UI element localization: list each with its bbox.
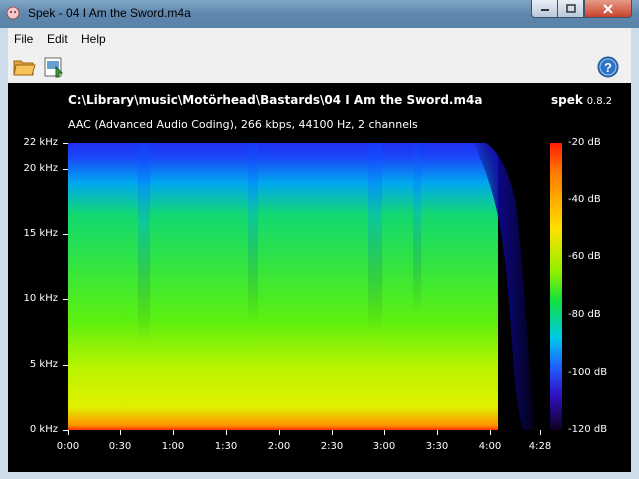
db-label: -20 dB: [568, 137, 601, 148]
spectrogram-image: [68, 143, 540, 430]
file-info: AAC (Advanced Audio Coding), 266 kbps, 4…: [68, 118, 418, 131]
freq-label: 0 kHz: [29, 424, 58, 435]
time-label: 0:00: [56, 441, 80, 452]
db-label: -60 dB: [568, 251, 601, 262]
svg-text:?: ?: [604, 60, 612, 75]
freq-label: 10 kHz: [23, 293, 58, 304]
menu-help[interactable]: Help: [81, 32, 106, 46]
time-label: 3:30: [425, 441, 449, 452]
freq-label: 22 kHz: [23, 137, 58, 148]
brand-version: spek 0.8.2: [551, 93, 612, 107]
db-label: -40 dB: [568, 194, 601, 205]
db-label: -120 dB: [568, 424, 608, 435]
time-tick: [540, 430, 541, 435]
menu-bar: File Edit Help: [8, 28, 631, 51]
time-label: 3:00: [372, 441, 396, 452]
time-tick: [490, 430, 491, 435]
help-icon[interactable]: ?: [596, 55, 620, 79]
freq-label: 5 kHz: [29, 359, 58, 370]
time-tick: [68, 430, 69, 435]
time-tick: [437, 430, 438, 435]
maximize-button[interactable]: [557, 0, 584, 18]
window-frame-bottom: [0, 472, 639, 479]
db-label: -80 dB: [568, 309, 601, 320]
spek-app-icon: [6, 6, 20, 20]
time-tick: [120, 430, 121, 435]
freq-tick: [63, 365, 68, 366]
minimize-icon: [540, 8, 549, 11]
close-button[interactable]: [584, 0, 632, 18]
time-label: 4:00: [478, 441, 502, 452]
freq-tick: [63, 143, 68, 144]
freq-tick: [63, 299, 68, 300]
time-label: 1:00: [161, 441, 185, 452]
time-label: 2:00: [267, 441, 291, 452]
maximize-icon: [565, 4, 576, 13]
time-label: 2:30: [320, 441, 344, 452]
spek-window: Spek - 04 I Am the Sword.m4a File Edit H…: [0, 0, 639, 479]
menu-file[interactable]: File: [14, 32, 33, 46]
version-number: 0.8.2: [586, 96, 613, 107]
freq-tick: [63, 234, 68, 235]
time-tick: [173, 430, 174, 435]
freq-label: 15 kHz: [23, 228, 58, 239]
time-tick: [279, 430, 280, 435]
folder-open-icon[interactable]: [12, 55, 36, 79]
time-label: 1:30: [214, 441, 238, 452]
freq-label: 20 kHz: [23, 163, 58, 174]
file-path: C:\Library\music\Motörhead\Bastards\04 I…: [68, 93, 483, 107]
spectrogram-panel: C:\Library\music\Motörhead\Bastards\04 I…: [8, 83, 631, 472]
db-color-scale: [550, 143, 562, 430]
window-title: Spek - 04 I Am the Sword.m4a: [28, 6, 191, 20]
title-bar[interactable]: Spek - 04 I Am the Sword.m4a: [0, 0, 639, 28]
toolbar: ?: [8, 51, 631, 83]
time-label: 4:28: [528, 441, 552, 452]
freq-tick: [63, 169, 68, 170]
brand-name: spek: [551, 93, 583, 107]
time-tick: [332, 430, 333, 435]
minimize-button[interactable]: [531, 0, 558, 18]
menu-edit[interactable]: Edit: [47, 32, 68, 46]
save-image-icon[interactable]: [42, 55, 66, 79]
time-tick: [384, 430, 385, 435]
db-label: -100 dB: [568, 367, 608, 378]
close-icon: [603, 3, 613, 14]
time-tick: [226, 430, 227, 435]
time-label: 0:30: [108, 441, 132, 452]
